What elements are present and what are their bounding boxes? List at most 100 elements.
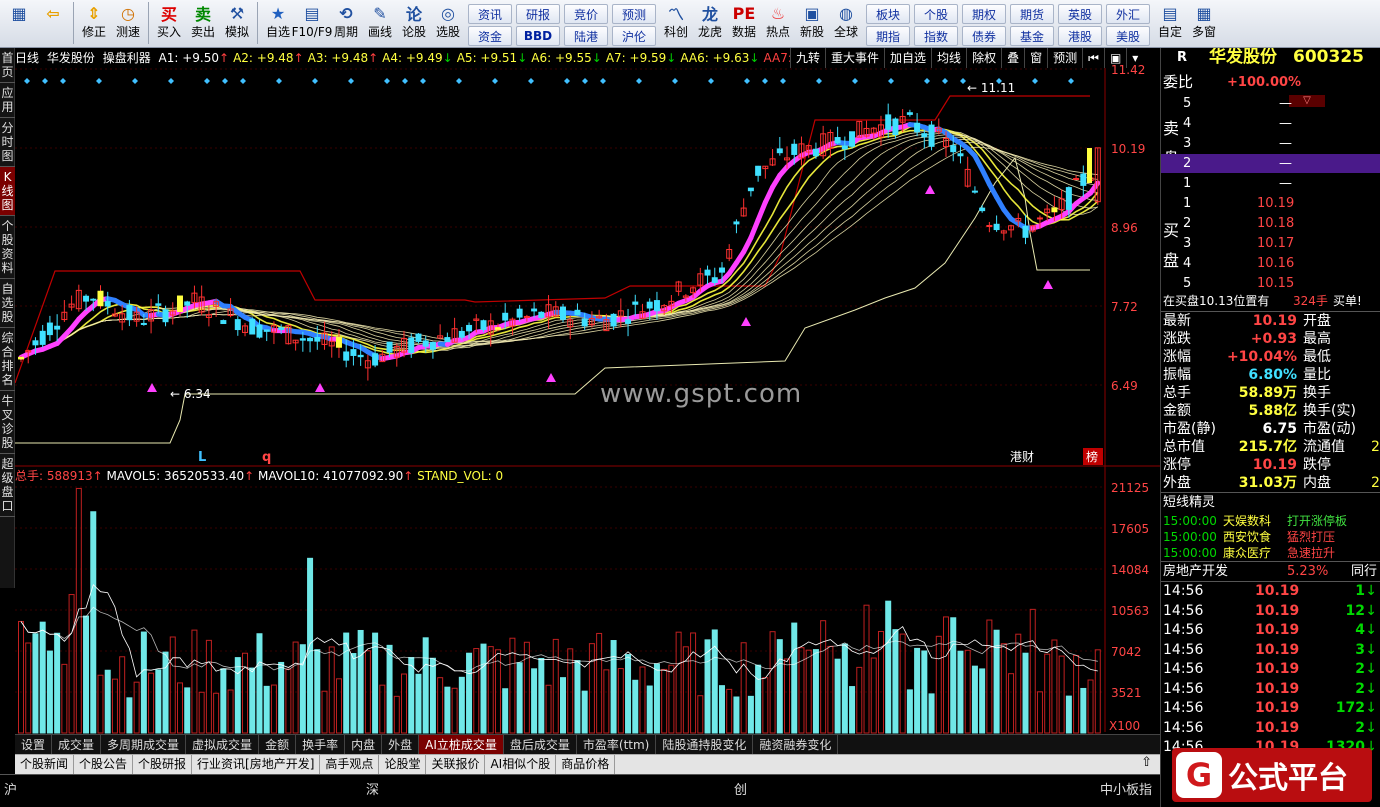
- f10-button[interactable]: ▤ F10/F9: [292, 2, 333, 46]
- sprite-stock[interactable]: 西安饮食: [1223, 529, 1271, 545]
- volume-bar: [321, 690, 328, 734]
- quote-stock-code: 600325: [1293, 48, 1364, 67]
- quick-button[interactable]: 港股: [1058, 26, 1102, 46]
- quick-button[interactable]: 预测: [612, 4, 656, 24]
- quick-button[interactable]: 指数: [914, 26, 958, 46]
- quick-button[interactable]: 期货: [1010, 4, 1054, 24]
- quick-button[interactable]: 债券: [962, 26, 1006, 46]
- tick-row: 14:56 10.19 2 ↓: [1161, 660, 1380, 679]
- news-tab[interactable]: 关联报价: [426, 755, 486, 774]
- news-tab[interactable]: 论股堂: [379, 755, 427, 774]
- queue-tail: 买单!: [1333, 294, 1362, 308]
- quick-button[interactable]: 外汇: [1106, 4, 1150, 24]
- left-tab[interactable]: 自选股: [0, 279, 15, 328]
- volume-bar: [755, 664, 762, 734]
- left-tab[interactable]: 分时图: [0, 118, 15, 167]
- custom-button[interactable]: ▤ 自定: [1153, 2, 1187, 46]
- volume-unit-label: X100: [1109, 719, 1140, 733]
- news-tab[interactable]: 个股新闻: [15, 755, 75, 774]
- period-button[interactable]: ⟲ 周期: [329, 2, 363, 46]
- quick-button[interactable]: 期权: [962, 4, 1006, 24]
- expand-up-icon[interactable]: ⇧: [1133, 755, 1160, 774]
- indicator-tab[interactable]: 盘后成交量: [504, 735, 577, 754]
- quick-button[interactable]: 个股: [914, 4, 958, 24]
- quick-button[interactable]: 板块: [866, 4, 910, 24]
- data-button[interactable]: PE 数据: [727, 2, 761, 46]
- status-sz[interactable]: 深: [366, 779, 379, 798]
- indicator-tab[interactable]: 市盈率(ttm): [577, 735, 657, 754]
- candle-body: [386, 341, 393, 353]
- tick-volume: 1: [1355, 583, 1365, 599]
- news-tab[interactable]: 商品价格: [556, 755, 616, 774]
- left-tab[interactable]: 牛叉诊股: [0, 391, 15, 454]
- indicator-tab[interactable]: 内盘: [345, 735, 383, 754]
- hot-button[interactable]: ♨ 热点: [761, 2, 795, 46]
- layout-button[interactable]: ▦: [2, 2, 36, 46]
- sector-tail[interactable]: 同行: [1351, 562, 1377, 581]
- quick-button[interactable]: 陆港: [564, 26, 608, 46]
- left-tab[interactable]: 首页: [0, 48, 15, 83]
- quick-button[interactable]: 研报: [516, 4, 560, 24]
- status-sh[interactable]: 沪: [4, 779, 17, 798]
- global-button[interactable]: ◍ 全球: [829, 2, 863, 46]
- news-tab[interactable]: 高手观点: [320, 755, 380, 774]
- indicator-tab[interactable]: 融资融券变化: [753, 735, 839, 754]
- left-tab[interactable]: 应用: [0, 83, 15, 118]
- modify-button-label: 修正: [81, 25, 106, 39]
- sprite-stock[interactable]: 天娱数科: [1223, 513, 1271, 529]
- pick-icon: ◎: [441, 3, 455, 23]
- indicator-tab[interactable]: 陆股通持股变化: [656, 735, 754, 754]
- kline-chart-area[interactable]: 日线 华发股份 操盘利器 A1: +9.50↑ A2: +9.48↑ A3: +9.…: [15, 48, 1160, 758]
- sector-name[interactable]: 房地产开发: [1163, 562, 1228, 581]
- speed-test-button[interactable]: ◷ 测速: [111, 2, 145, 46]
- quick-button[interactable]: BBD: [516, 26, 560, 46]
- main-toolbar: ▦ ⇦ ⇕ 修正 ◷ 测速买买入卖卖出 ⚒ 模拟 ★ 自选 ▤ F10/F9 ⟲ 周期 ✎ 画线论论股 ◎ 选股资…: [0, 0, 1380, 48]
- multi-window-button[interactable]: ▦ 多窗: [1187, 2, 1221, 46]
- news-tab[interactable]: 行业资讯[房地产开发]: [192, 755, 321, 774]
- simulate-button[interactable]: ⚒ 模拟: [220, 2, 254, 46]
- indicator-tab[interactable]: 虚拟成交量: [186, 735, 260, 754]
- quick-button[interactable]: 期指: [866, 26, 910, 46]
- news-tab[interactable]: 个股公告: [74, 755, 134, 774]
- indicator-tab[interactable]: 成交量: [52, 735, 102, 754]
- watchlist-button[interactable]: ★ 自选: [261, 2, 295, 46]
- sprite-stock[interactable]: 康众医疗: [1223, 545, 1271, 561]
- buy-level-price: 10.15: [1257, 276, 1295, 291]
- indicator-tab[interactable]: 设置: [15, 735, 53, 754]
- indicator-tab[interactable]: 多周期成交量: [101, 735, 187, 754]
- sell-button[interactable]: 卖卖出: [186, 2, 220, 46]
- dragon-tiger-button[interactable]: 龙龙虎: [693, 2, 727, 46]
- status-sme[interactable]: 中小板指: [1100, 779, 1152, 798]
- quick-button[interactable]: 基金: [1010, 26, 1054, 46]
- discuss-button[interactable]: 论论股: [397, 2, 431, 46]
- quick-button[interactable]: 英股: [1058, 4, 1102, 24]
- quick-button[interactable]: 资讯: [468, 4, 512, 24]
- modify-button[interactable]: ⇕ 修正: [77, 2, 111, 46]
- volume-bar: [711, 629, 718, 734]
- left-tab[interactable]: K线图: [0, 167, 15, 216]
- top-diamond: [780, 78, 786, 84]
- quick-button[interactable]: 资金: [468, 26, 512, 46]
- buy-button[interactable]: 买买入: [152, 2, 186, 46]
- draw-button[interactable]: ✎ 画线: [363, 2, 397, 46]
- left-tab[interactable]: 综合排名: [0, 328, 15, 391]
- new-stock-button[interactable]: ▣ 新股: [795, 2, 829, 46]
- indicator-tab[interactable]: AI立桩成交量: [419, 735, 504, 754]
- volume-bar: [111, 678, 118, 734]
- volume-bar: [176, 682, 183, 734]
- news-tab[interactable]: AI相似个股: [485, 755, 557, 774]
- indicator-tab[interactable]: 换手率: [296, 735, 346, 754]
- volume-bar: [588, 643, 595, 734]
- quick-button[interactable]: 美股: [1106, 26, 1150, 46]
- quick-button[interactable]: 竞价: [564, 4, 608, 24]
- kechuang-button[interactable]: 〽科创: [659, 2, 693, 46]
- indicator-tab[interactable]: 金额: [259, 735, 297, 754]
- status-cy[interactable]: 创: [734, 779, 747, 798]
- back-button[interactable]: ⇦: [36, 2, 70, 46]
- news-tab[interactable]: 个股研报: [133, 755, 193, 774]
- indicator-tab[interactable]: 外盘: [382, 735, 420, 754]
- left-tab[interactable]: 个股资料: [0, 216, 15, 279]
- stock-pick-button[interactable]: ◎ 选股: [431, 2, 465, 46]
- quick-button[interactable]: 沪伦: [612, 26, 656, 46]
- left-tab[interactable]: 超级盘口: [0, 454, 15, 517]
